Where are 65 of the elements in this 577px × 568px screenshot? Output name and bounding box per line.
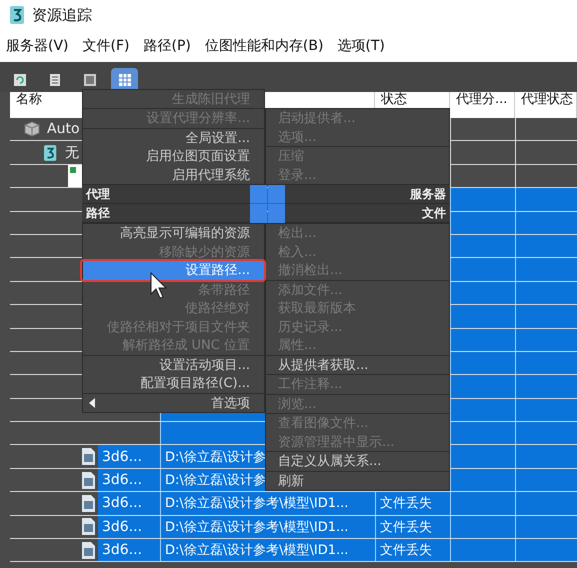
document-icon	[50, 74, 60, 86]
menu-item[interactable]: 从提供者获取...	[266, 356, 449, 374]
table-cell	[450, 445, 515, 468]
table-cell	[450, 212, 515, 234]
image-file-icon	[82, 518, 95, 536]
quad-header: 服务器	[285, 185, 450, 204]
cursor-icon	[150, 272, 170, 300]
app-logo-icon	[10, 6, 26, 24]
menu-item[interactable]: 首选项	[83, 394, 264, 412]
table-cell	[450, 422, 515, 444]
table-cell: 文件丢失	[375, 492, 450, 515]
menu-item[interactable]: 启用代理系统	[83, 166, 264, 184]
table-cell: 文件丢失	[375, 516, 450, 538]
menu-item[interactable]: 刷新	[266, 472, 449, 490]
cube-icon	[24, 121, 40, 138]
menu-item[interactable]: 自定义从属关系...	[266, 452, 449, 470]
image-file-icon	[82, 472, 95, 489]
asset-name[interactable]: 3d6...	[98, 539, 160, 562]
menu-item[interactable]: 全局设置...	[83, 128, 264, 147]
image-file-icon	[82, 542, 95, 559]
image-file-icon	[82, 494, 95, 512]
table-cell	[450, 234, 515, 258]
table-cell	[450, 282, 515, 304]
table-cell: D:\徐立磊\设计参考\模型\ID1...	[160, 539, 375, 562]
menu-item[interactable]: 设置活动项目...	[83, 356, 264, 374]
asset-name[interactable]: 3d6...	[98, 492, 160, 515]
asset-name[interactable]: 3d6...	[98, 516, 160, 538]
table-cell: D:\徐立磊\设计参考\模型\ID1...	[160, 492, 375, 515]
menu-item[interactable]: 启用位图页面设置	[83, 147, 264, 166]
table-icon	[118, 74, 130, 86]
table-cell	[450, 305, 515, 328]
app-logo-icon	[44, 144, 58, 161]
image-icon	[84, 74, 96, 86]
table-cell: 文件丢失	[375, 539, 450, 562]
table-cell	[450, 468, 515, 492]
quad-header: 路径	[82, 204, 250, 223]
image-file-icon	[82, 448, 95, 466]
table-cell	[450, 188, 515, 211]
menu-bar-item[interactable]: 文件(F)	[82, 37, 130, 55]
refresh-icon	[14, 74, 26, 86]
quad-header: 代理	[82, 185, 250, 204]
menu-bar-item[interactable]: 服务器(V)	[6, 37, 69, 55]
menu-item[interactable]: 配置项目路径(C)...	[83, 374, 264, 392]
table-cell	[450, 539, 515, 562]
table-cell	[450, 258, 515, 281]
asset-name[interactable]: 3d6...	[98, 468, 160, 492]
table-cell	[450, 352, 515, 374]
menu-bar-item[interactable]: 位图性能和内存(B)	[204, 37, 324, 55]
table-cell	[450, 328, 515, 351]
table-cell	[450, 375, 515, 398]
menu-item[interactable]: 高亮显示可编辑的资源	[83, 224, 264, 242]
window-title: 资源追踪	[32, 6, 92, 24]
menu-item[interactable]: 设置路径...	[83, 261, 264, 280]
asset-name[interactable]: 无	[61, 141, 83, 164]
menu-bar-item[interactable]: 路径(P)	[144, 37, 191, 55]
table-cell	[450, 516, 515, 538]
menu-bar-item[interactable]: 选项(T)	[337, 37, 385, 55]
quad-selector-icon	[250, 185, 285, 223]
table-cell: D:\徐立磊\设计参考\模型\ID1...	[160, 516, 375, 538]
quad-header: 文件	[285, 204, 450, 223]
table-cell	[450, 492, 515, 515]
asset-name[interactable]: Auto	[43, 118, 84, 140]
table-cell	[450, 398, 515, 422]
bitmap-icon	[68, 164, 82, 187]
asset-name[interactable]: 3d6...	[98, 445, 160, 468]
